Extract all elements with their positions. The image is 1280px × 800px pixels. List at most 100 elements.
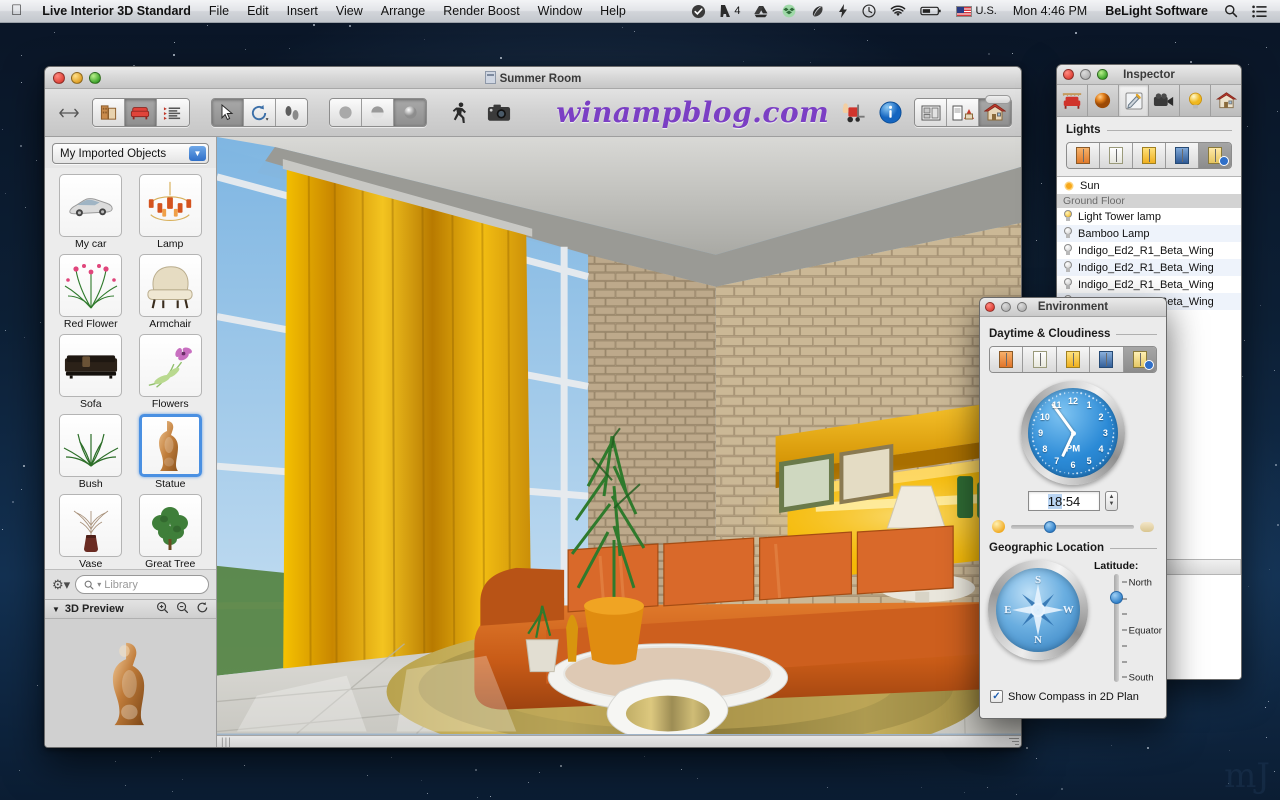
select-tool-button[interactable] [211, 99, 244, 126]
menu-item-insert[interactable]: Insert [278, 4, 327, 18]
list-item[interactable]: Bamboo Lamp [1057, 225, 1241, 242]
daytime-preset-night[interactable] [1090, 347, 1124, 372]
menu-item-view[interactable]: View [327, 4, 372, 18]
zoom-out-icon[interactable] [176, 601, 189, 617]
daytime-preset-evening[interactable] [990, 347, 1024, 372]
inspector-titlebar[interactable]: Inspector [1057, 65, 1241, 85]
preview-header[interactable]: ▼ 3D Preview [45, 599, 216, 619]
minimize-button[interactable] [71, 71, 83, 84]
menu-bar-user[interactable]: BeLight Software [1096, 4, 1217, 18]
menu-item-arrange[interactable]: Arrange [372, 4, 434, 18]
time-hours[interactable]: 18 [1047, 493, 1063, 509]
evernote-icon[interactable] [803, 0, 831, 23]
flat-shading-button[interactable] [330, 99, 363, 126]
daytime-clock[interactable]: PM 12 1 2 3 4 5 6 7 8 9 10 11 [1021, 381, 1125, 485]
tab-light[interactable] [1180, 85, 1212, 116]
library-category-popup[interactable]: My Imported Objects ▼ [52, 143, 209, 164]
forklift-icon[interactable] [838, 99, 867, 127]
menu-item-render-boost[interactable]: Render Boost [434, 4, 528, 18]
environment-titlebar[interactable]: Environment [980, 298, 1166, 317]
3d-viewport[interactable]: ||| [217, 137, 1021, 747]
menu-item-file[interactable]: File [200, 4, 238, 18]
minimize-button[interactable] [1080, 69, 1091, 80]
chevron-down-icon[interactable]: ▼ [189, 146, 206, 161]
list-item[interactable]: Indigo_Ed2_R1_Beta_Wing [1057, 242, 1241, 259]
zoom-button[interactable] [1017, 302, 1027, 312]
library-item-my-car[interactable]: My car [53, 174, 129, 252]
resize-grip-icon[interactable]: ||| [221, 737, 232, 747]
camera-icon[interactable] [484, 99, 513, 127]
stepper-down-icon[interactable]: ▼ [1109, 501, 1115, 508]
close-button[interactable] [1063, 69, 1074, 80]
search-icon[interactable] [1217, 0, 1245, 23]
library-item-flowers[interactable]: Flowers [133, 334, 209, 412]
smooth-shading-button[interactable] [362, 99, 395, 126]
flash-icon[interactable] [831, 0, 855, 23]
show-compass-checkbox-row[interactable]: ✓ Show Compass in 2D Plan [980, 682, 1166, 703]
compass-control[interactable]: N E S W [988, 560, 1088, 660]
disclosure-triangle-icon[interactable]: ▼ [52, 605, 60, 614]
refresh-icon[interactable] [196, 601, 209, 617]
toolbar-pill-icon[interactable] [985, 95, 1011, 104]
light-preset-day[interactable] [1100, 143, 1133, 168]
list-item[interactable]: Light Tower lamp [1057, 208, 1241, 225]
input-source-flag-icon[interactable]: U.S. [949, 0, 1003, 23]
time-machine-icon[interactable] [855, 0, 883, 23]
latitude-track[interactable]: North Equator South [1109, 574, 1162, 683]
daytime-preset-custom-time[interactable] [1123, 347, 1156, 372]
cloudiness-knob[interactable] [1044, 520, 1057, 533]
tab-house[interactable] [1211, 85, 1241, 116]
building-mode-button[interactable] [93, 99, 125, 126]
google-drive-icon[interactable] [747, 0, 775, 23]
info-icon[interactable] [876, 99, 905, 127]
menu-item-window[interactable]: Window [529, 4, 591, 18]
checkmark-icon[interactable]: ✓ [990, 690, 1003, 703]
plan-view-button[interactable] [915, 99, 948, 126]
cloudiness-track[interactable] [1011, 520, 1134, 533]
tab-material[interactable] [1088, 85, 1119, 116]
list-item[interactable]: Indigo_Ed2_R1_Beta_Wing [1057, 276, 1241, 293]
list-item[interactable]: Indigo_Ed2_R1_Beta_Wing [1057, 259, 1241, 276]
minimize-button[interactable] [1001, 302, 1011, 312]
light-preset-custom-time[interactable] [1199, 143, 1231, 168]
cloudiness-slider[interactable] [992, 520, 1154, 533]
tab-camera[interactable] [1149, 85, 1181, 116]
library-item-statue[interactable]: Statue [133, 414, 209, 492]
light-preset-evening[interactable] [1067, 143, 1100, 168]
library-item-red-flower[interactable]: Red Flower [53, 254, 129, 332]
daytime-preset-day[interactable] [1023, 347, 1057, 372]
menu-app-title[interactable]: Live Interior 3D Standard [33, 4, 200, 18]
menu-item-help[interactable]: Help [591, 4, 635, 18]
time-stepper[interactable]: ▲ ▼ [1105, 491, 1118, 511]
close-button[interactable] [53, 71, 65, 84]
checkmark-circle-icon[interactable] [684, 0, 713, 23]
list-item[interactable]: Sun [1057, 177, 1241, 194]
gear-icon[interactable]: ⚙▾ [52, 577, 70, 593]
wifi-icon[interactable] [883, 0, 913, 23]
apple-logo-icon[interactable]:  [0, 3, 33, 18]
tab-object[interactable] [1057, 85, 1088, 116]
walking-person-icon[interactable] [446, 99, 475, 127]
light-preset-night[interactable] [1166, 143, 1199, 168]
library-item-armchair[interactable]: Armchair [133, 254, 209, 332]
zoom-button[interactable] [89, 71, 101, 84]
library-item-great-tree[interactable]: Great Tree [133, 494, 209, 569]
preview-canvas[interactable] [45, 619, 216, 747]
daytime-preset-sunset[interactable] [1056, 347, 1091, 372]
list-icon[interactable] [1245, 0, 1274, 23]
rotate-tool-button[interactable] [243, 99, 276, 126]
dropbox-icon[interactable] [775, 0, 803, 23]
split-view-button[interactable] [947, 99, 980, 126]
library-item-lamp[interactable]: Lamp [133, 174, 209, 252]
library-item-vase[interactable]: Vase [53, 494, 129, 569]
close-button[interactable] [985, 302, 995, 312]
time-minutes[interactable]: 54 [1066, 494, 1080, 509]
menu-item-edit[interactable]: Edit [238, 4, 278, 18]
left-right-arrows-icon[interactable] [54, 99, 83, 127]
main-window-titlebar[interactable]: Summer Room [45, 67, 1021, 89]
furniture-mode-button[interactable] [124, 99, 157, 126]
zoom-button[interactable] [1097, 69, 1108, 80]
realistic-shading-button[interactable] [394, 99, 427, 126]
move-tool-button[interactable] [275, 99, 308, 126]
stepper-up-icon[interactable]: ▲ [1109, 494, 1115, 501]
